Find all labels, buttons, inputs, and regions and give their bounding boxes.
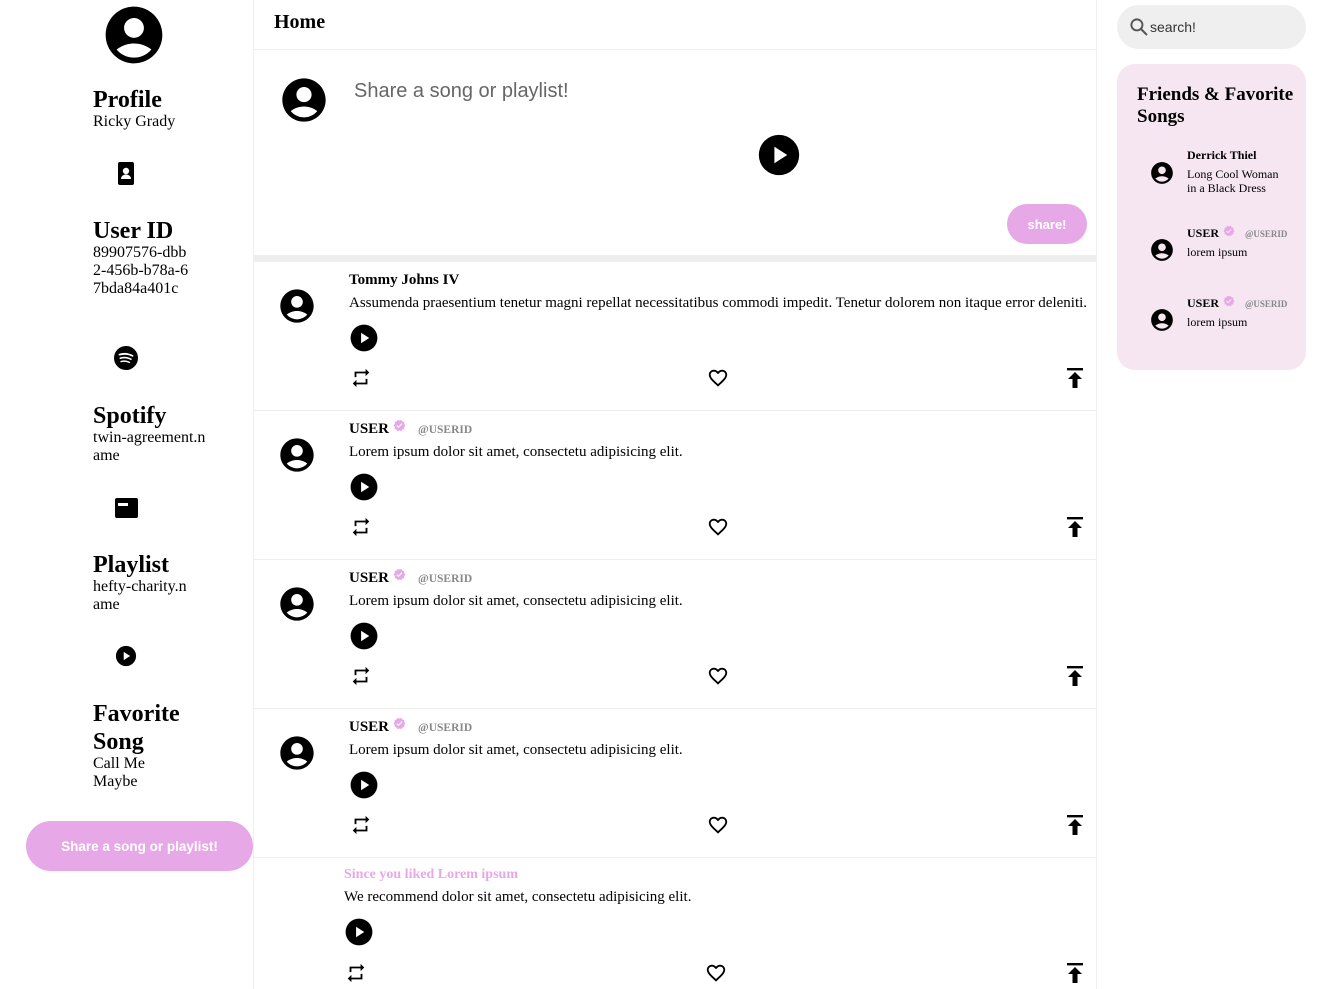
friend-name-text: Derrick Thiel (1187, 148, 1257, 162)
post-handle[interactable]: @USERID (418, 722, 472, 734)
publish-icon[interactable] (1066, 367, 1084, 389)
userid-value: 89907576-dbb2-456b-b78a-67bda84a401c (93, 244, 189, 297)
friend-song: Long Cool Woman in a Black Dress (1187, 167, 1279, 195)
friend-name: USER @USERID (1187, 295, 1288, 311)
search-box[interactable] (1117, 5, 1306, 49)
post-author[interactable]: USER (349, 421, 389, 438)
play-circle-icon[interactable] (350, 771, 378, 799)
post-text: Lorem ipsum dolor sit amet, consectetu a… (349, 742, 683, 758)
avatar-icon[interactable] (100, 1, 168, 69)
publish-icon[interactable] (1066, 516, 1084, 538)
favorite-song-value: Call Me Maybe (93, 755, 145, 790)
avatar-icon[interactable] (277, 435, 317, 475)
feed-post: USER @USERID Lorem ipsum dolor sit amet,… (254, 709, 1097, 858)
spotify-heading: Spotify (93, 403, 167, 429)
post-text: Lorem ipsum dolor sit amet, consectetu a… (349, 444, 683, 460)
post-author[interactable]: USER (349, 570, 389, 587)
page-title: Home (274, 11, 326, 33)
friend-song: lorem ipsum (1187, 245, 1248, 259)
avatar-icon (1151, 309, 1173, 331)
post-text: Lorem ipsum dolor sit amet, consectetu a… (349, 593, 683, 609)
retweet-icon[interactable] (350, 814, 372, 836)
main-feed: Home share! Tommy Johns IV Assumenda pra… (253, 0, 1097, 989)
friends-panel-title: Friends & Favorite Songs (1137, 84, 1294, 127)
share-song-button[interactable]: Share a song or playlist! (26, 821, 253, 871)
friends-panel: Friends & Favorite Songs Derrick Thiel L… (1117, 64, 1306, 370)
post-author[interactable]: Tommy Johns IV (349, 272, 459, 289)
profile-name: Ricky Grady (93, 113, 176, 130)
playlist-heading: Playlist (93, 552, 169, 578)
verified-icon (393, 717, 406, 730)
retweet-icon[interactable] (350, 516, 372, 538)
heart-icon[interactable] (707, 814, 729, 836)
post-header: USER @USERID (349, 717, 472, 736)
publish-icon[interactable] (1066, 962, 1084, 984)
post-header: Tommy Johns IV (349, 272, 459, 289)
avatar-icon[interactable] (277, 584, 317, 624)
profile-heading: Profile (93, 87, 162, 113)
friend-song: lorem ipsum (1187, 315, 1248, 329)
play-circle-icon[interactable] (345, 918, 373, 946)
play-circle-icon[interactable] (350, 324, 378, 352)
userid-heading: User ID (93, 218, 174, 244)
verified-icon (393, 568, 406, 581)
playlist-value: hefty-charity.name (93, 578, 187, 613)
post-handle[interactable]: @USERID (418, 573, 472, 585)
avatar-icon (282, 78, 326, 122)
avatar-icon (1151, 239, 1173, 261)
share-button[interactable]: share! (1007, 204, 1087, 244)
heart-icon[interactable] (705, 962, 727, 984)
recommendation-post: Since you liked Lorem ipsum We recommend… (254, 856, 1097, 989)
heart-icon[interactable] (707, 367, 729, 389)
play-circle-icon[interactable] (350, 473, 378, 501)
friend-name: Derrick Thiel (1187, 148, 1256, 163)
post-author[interactable]: USER (349, 719, 389, 736)
divider (254, 255, 1097, 262)
friend-name-text: USER (1187, 226, 1220, 240)
friend-handle: @USERID (1245, 228, 1288, 239)
feed-post: Tommy Johns IV Assumenda praesentium ten… (254, 262, 1097, 411)
recommendation-title: Since you liked Lorem ipsum (344, 867, 518, 882)
avatar-icon[interactable] (277, 286, 317, 326)
play-circle-icon[interactable] (115, 645, 137, 667)
composer-input[interactable] (354, 76, 954, 106)
friend-name: USER @USERID (1187, 225, 1288, 241)
favorite-song-heading: Favorite Song (93, 701, 180, 755)
avatar-icon (1151, 162, 1173, 184)
post-header: USER @USERID (349, 419, 472, 438)
verified-icon (1223, 225, 1235, 236)
search-icon (1130, 18, 1148, 36)
retweet-icon[interactable] (350, 367, 372, 389)
friend-name-text: USER (1187, 296, 1220, 310)
avatar-icon[interactable] (277, 733, 317, 773)
publish-icon[interactable] (1066, 814, 1084, 836)
publish-icon[interactable] (1066, 665, 1084, 687)
play-circle-icon[interactable] (350, 622, 378, 650)
heart-icon[interactable] (707, 516, 729, 538)
feed-post: USER @USERID Lorem ipsum dolor sit amet,… (254, 560, 1097, 709)
search-input[interactable] (1150, 17, 1290, 37)
post-text: Assumenda praesentium tenetur magni repe… (349, 295, 1088, 311)
retweet-icon[interactable] (345, 962, 367, 984)
home-header: Home (254, 0, 1097, 50)
friend-handle: @USERID (1245, 298, 1288, 309)
post-handle[interactable]: @USERID (418, 424, 472, 436)
profile-sidebar: Profile Ricky Grady User ID 89907576-dbb… (0, 0, 253, 989)
composer: share! (254, 50, 1097, 255)
recommendation-text: We recommend dolor sit amet, consectetu … (344, 889, 692, 905)
spotify-icon[interactable] (114, 346, 138, 370)
post-header: USER @USERID (349, 568, 472, 587)
play-circle-icon[interactable] (757, 133, 801, 177)
verified-icon (393, 419, 406, 432)
retweet-icon[interactable] (350, 665, 372, 687)
feed-post: USER @USERID Lorem ipsum dolor sit amet,… (254, 411, 1097, 560)
spotify-value: twin-agreement.name (93, 429, 206, 464)
contact-card-icon (118, 162, 134, 185)
web-window-icon (115, 498, 138, 518)
heart-icon[interactable] (707, 665, 729, 687)
verified-icon (1223, 295, 1235, 306)
